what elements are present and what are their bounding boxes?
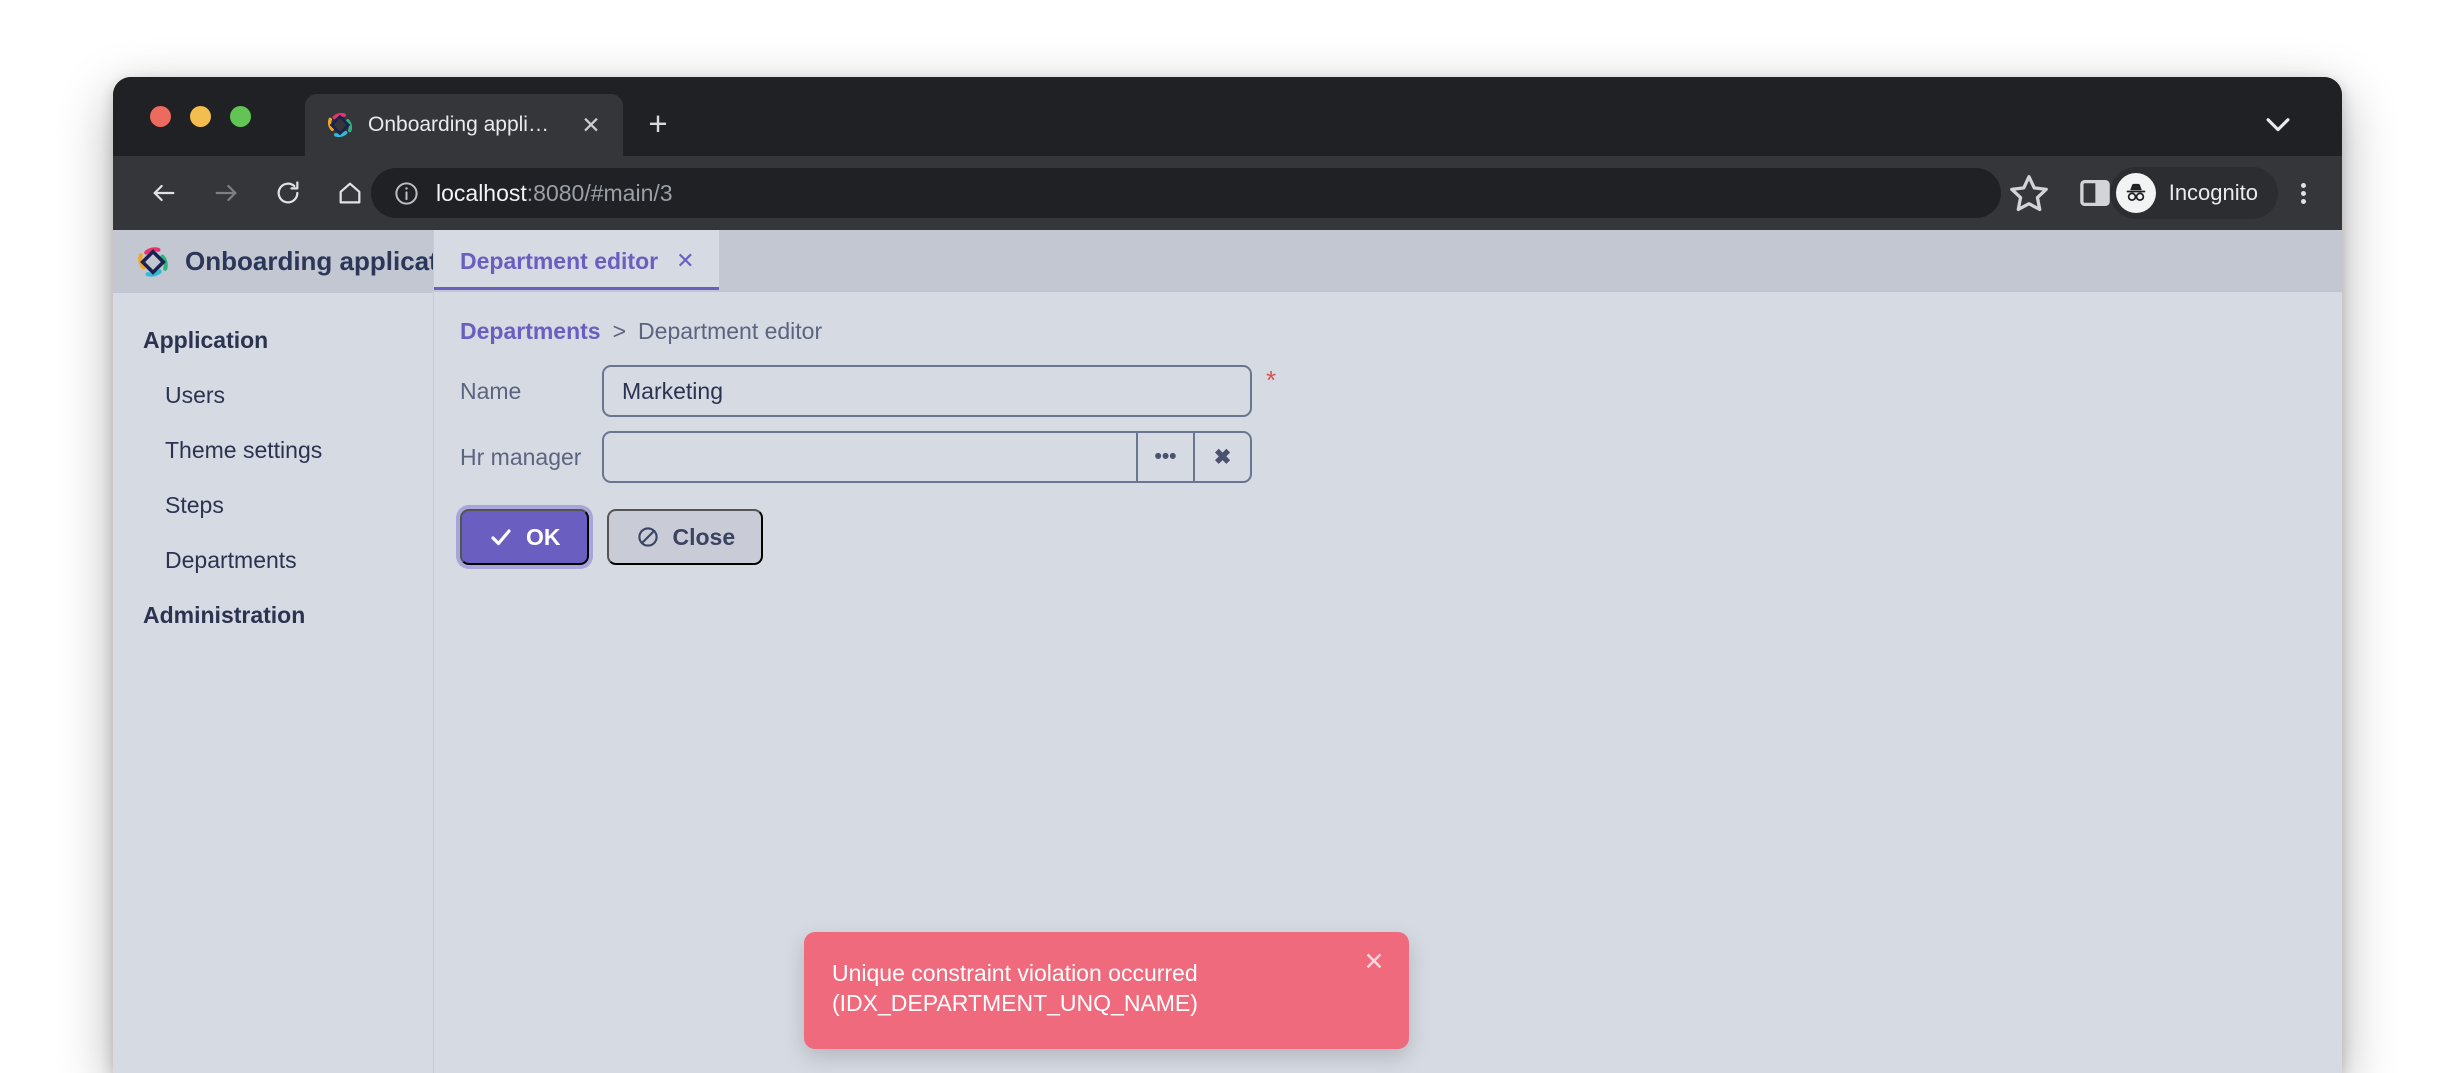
breadcrumb-link-departments[interactable]: Departments	[460, 318, 601, 345]
incognito-profile-chip[interactable]: Incognito	[2109, 167, 2278, 219]
nav-group-administration[interactable]: Administration	[113, 588, 433, 643]
error-toast: Unique constraint violation occurred (ID…	[804, 931, 1409, 1049]
ok-button[interactable]: OK	[460, 509, 589, 565]
close-window-button[interactable]	[150, 106, 171, 127]
hr-manager-input[interactable]	[604, 433, 1136, 481]
page-viewport: Onboarding application Application Users…	[113, 230, 2342, 1073]
info-circle-icon[interactable]	[393, 180, 420, 207]
toast-message-line-2: (IDX_DEPARTMENT_UNQ_NAME)	[832, 990, 1198, 1017]
browser-tab[interactable]: Onboarding application ✕	[305, 94, 623, 156]
browser-toolbar: localhost:8080/#main/3 Incognito	[113, 156, 2342, 230]
close-icon[interactable]: ✕	[577, 111, 605, 139]
back-arrow-icon	[153, 184, 175, 202]
hr-manager-clear-button[interactable]: ✖	[1193, 433, 1250, 481]
breadcrumb: Departments > Department editor	[460, 318, 2342, 345]
department-editor-form: Name Marketing * Hr manager ••• ✖ OK Clo…	[460, 365, 2342, 565]
close-icon[interactable]: ✕	[676, 250, 694, 272]
url-path: :8080/#main/3	[526, 179, 673, 206]
hr-manager-field-group: ••• ✖	[602, 431, 1252, 483]
ban-circle-icon	[635, 524, 661, 550]
reload-button[interactable]	[265, 170, 311, 216]
reload-icon	[277, 181, 299, 204]
sidebar-item-steps[interactable]: Steps	[113, 478, 433, 533]
close-button-label: Close	[672, 523, 736, 550]
sidebar-item-theme-settings[interactable]: Theme settings	[113, 423, 433, 478]
url-host: localhost	[436, 179, 527, 206]
new-tab-button[interactable]: +	[641, 107, 675, 143]
view-tabbar: Department editor ✕	[434, 230, 2342, 292]
check-icon	[488, 524, 514, 550]
name-label: Name	[460, 377, 522, 404]
browser-tab-title: Onboarding application	[368, 113, 558, 136]
window-traffic-lights	[150, 106, 251, 127]
main-region: Department editor ✕ Departments > Depart…	[433, 230, 2342, 1073]
address-bar[interactable]: localhost:8080/#main/3	[371, 168, 2001, 218]
back-button[interactable]	[141, 170, 187, 216]
star-outline-icon[interactable]	[2006, 170, 2052, 216]
form-row-hr-manager: Hr manager ••• ✖	[460, 431, 2342, 483]
name-input[interactable]: Marketing	[602, 365, 1252, 417]
form-row-name: Name Marketing *	[460, 365, 2342, 417]
forward-arrow-icon	[215, 184, 237, 202]
sidebar-nav: Application Users Theme settings Steps D…	[113, 293, 433, 643]
name-input-value: Marketing	[622, 377, 723, 404]
forward-button[interactable]	[203, 170, 249, 216]
hr-manager-lookup-button[interactable]: •••	[1136, 433, 1193, 481]
browser-tab-strip: Onboarding application ✕ +	[113, 77, 2342, 156]
minimize-window-button[interactable]	[190, 106, 211, 127]
tab-department-editor[interactable]: Department editor ✕	[434, 230, 719, 292]
ok-button-label: OK	[526, 523, 561, 550]
sidebar-item-departments[interactable]: Departments	[113, 533, 433, 588]
app-brand[interactable]: Onboarding application	[113, 230, 477, 293]
close-icon[interactable]: ✕	[1361, 949, 1387, 976]
three-dots-vertical-icon[interactable]	[2282, 172, 2324, 214]
hr-manager-label: Hr manager	[460, 443, 582, 470]
view-content: Departments > Department editor Name Mar…	[434, 292, 2342, 1073]
tab-label: Department editor	[460, 247, 659, 274]
app-sidebar: Onboarding application Application Users…	[113, 230, 477, 1073]
incognito-label: Incognito	[2168, 180, 2258, 205]
nav-group-application[interactable]: Application	[113, 313, 433, 368]
address-bar-url: localhost:8080/#main/3	[436, 180, 673, 207]
chevron-down-icon[interactable]	[2261, 107, 2295, 141]
close-button[interactable]: Close	[606, 509, 764, 565]
breadcrumb-current: Department editor	[638, 318, 823, 344]
diamond-logo-icon	[138, 246, 168, 277]
form-actions: OK Close	[460, 509, 2342, 565]
breadcrumb-separator: >	[612, 318, 627, 344]
toast-message-line-1: Unique constraint violation occurred	[832, 959, 1198, 986]
browser-window: Onboarding application ✕ +	[113, 77, 2342, 1073]
app-diamond-logo-icon	[327, 112, 353, 138]
sidebar-item-users[interactable]: Users	[113, 368, 433, 423]
home-icon	[339, 182, 361, 204]
required-asterisk: *	[1266, 365, 1277, 395]
home-button[interactable]	[327, 170, 373, 216]
incognito-hat-glasses-icon	[2115, 173, 2156, 213]
maximize-window-button[interactable]	[230, 106, 251, 127]
